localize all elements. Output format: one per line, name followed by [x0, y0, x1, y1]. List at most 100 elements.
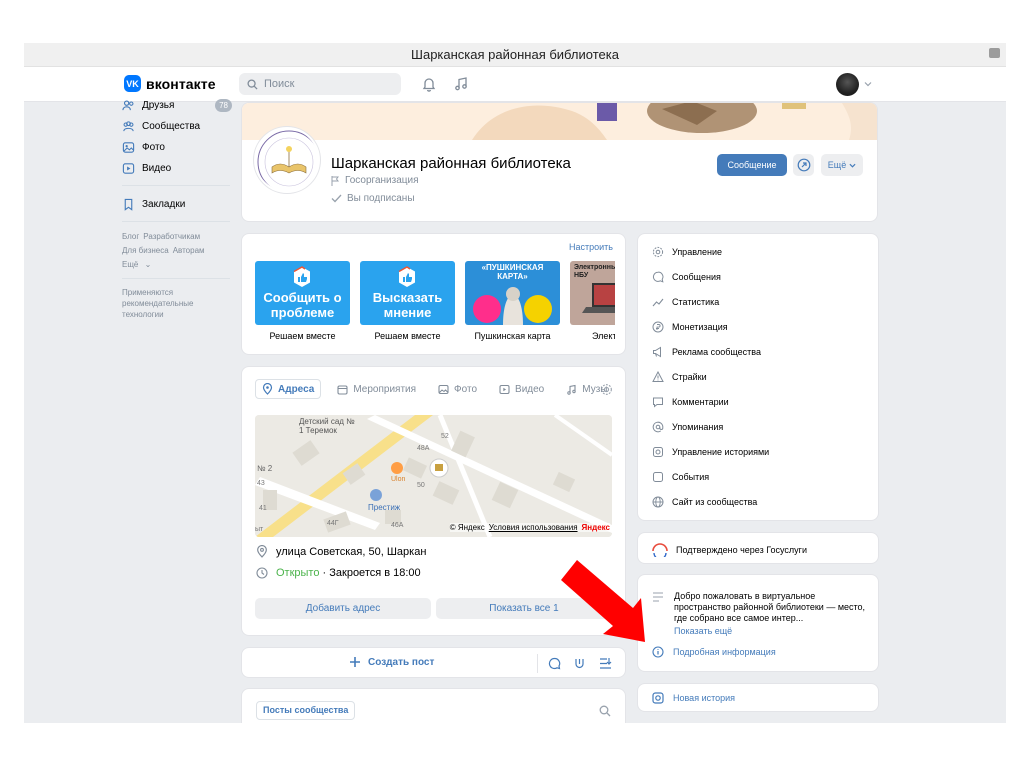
- nav-item-communities[interactable]: Сообщества: [122, 116, 232, 137]
- nav-item-friends[interactable]: Друзья 78: [122, 95, 232, 116]
- create-post-card: Создать пост: [241, 647, 626, 678]
- map-label-43: 43: [257, 480, 265, 487]
- chat-icon[interactable]: [548, 657, 561, 670]
- nav-label: Закладки: [142, 199, 186, 210]
- widget-card: Настроить Сообщить о проблеме Решаем вме…: [241, 233, 626, 355]
- search-icon: [247, 78, 258, 90]
- message-button[interactable]: Сообщение: [717, 154, 787, 176]
- bell-icon[interactable]: [421, 76, 437, 92]
- description-text: Добро пожаловать в виртуальное пространс…: [674, 591, 866, 623]
- globe-icon: [652, 496, 664, 508]
- show-more-link[interactable]: Показать ещё: [674, 626, 732, 636]
- flag-icon: [331, 175, 339, 186]
- vk-logo[interactable]: VK вконтакте: [124, 75, 216, 92]
- info-tabs: Адреса Мероприятия Фото Видео Музы: [255, 379, 613, 399]
- gear-icon: [652, 246, 664, 258]
- gosuslugi-verified[interactable]: Подтверждено через Госуслуги: [652, 543, 807, 557]
- menu-item-strikes[interactable]: Страйки: [652, 370, 707, 384]
- tile-image: Высказать мнение: [360, 261, 455, 325]
- nav-label: Сообщества: [142, 121, 201, 132]
- user-avatar[interactable]: [836, 73, 859, 96]
- music-icon[interactable]: [453, 76, 469, 92]
- nav-label: Фото: [142, 142, 165, 153]
- menu-item-comments[interactable]: Комментарии: [652, 395, 729, 409]
- text-lines-icon: [653, 592, 663, 602]
- footer-link-blog[interactable]: Блог: [122, 232, 139, 241]
- friends-count-badge: 78: [215, 99, 232, 112]
- tile-caption: Решаем вместе: [269, 331, 336, 341]
- footer-link-developers[interactable]: Разработчикам: [143, 232, 200, 241]
- management-menu-card: Управление Сообщения Статистика Монетиза…: [637, 233, 879, 521]
- more-button[interactable]: Ещё: [821, 154, 863, 176]
- screenshot-frame: Шарканская районная библиотека VK вконта…: [24, 43, 1006, 723]
- laptop-illustration: [582, 283, 615, 313]
- posts-card: Посты сообщества: [241, 688, 626, 723]
- widget-tile[interactable]: Высказать мнение Решаем вместе: [360, 261, 455, 341]
- new-story-button[interactable]: Новая история: [652, 692, 735, 704]
- nav-item-photos[interactable]: Фото: [122, 137, 232, 158]
- menu-item-statistics[interactable]: Статистика: [652, 295, 719, 309]
- widget-settings-link[interactable]: Настроить: [569, 242, 613, 252]
- friends-icon: [122, 100, 134, 111]
- menu-item-mentions[interactable]: Упоминания: [652, 420, 723, 434]
- menu-label: События: [672, 472, 710, 482]
- map-label-50: 50: [417, 482, 425, 489]
- pushkin-card-illustration: [473, 287, 552, 325]
- subscription-status[interactable]: Вы подписаны: [331, 193, 415, 204]
- nav-item-bookmarks[interactable]: Закладки: [122, 194, 232, 215]
- share-button[interactable]: [793, 154, 814, 176]
- list-filter-icon[interactable]: [599, 657, 612, 670]
- closing-time: · Закроется в 18:00: [322, 567, 421, 579]
- menu-item-monetization[interactable]: Монетизация: [652, 320, 728, 334]
- tab-label: Видео: [515, 383, 545, 395]
- nav-item-videos[interactable]: Видео: [122, 158, 232, 179]
- tab-photos[interactable]: Фото: [432, 379, 483, 399]
- map-terms-link[interactable]: Условия использования: [489, 523, 578, 532]
- menu-item-ads[interactable]: Реклама сообщества: [652, 345, 761, 359]
- detailed-info-link[interactable]: Подробная информация: [652, 646, 776, 658]
- tab-events[interactable]: Мероприятия: [331, 379, 422, 399]
- widget-tile[interactable]: Сообщить о проблеме Решаем вместе: [255, 261, 350, 341]
- widget-tile[interactable]: «ПУШКИНСКАЯ КАРТА» Пушкинская карта: [465, 261, 560, 341]
- tab-community-posts[interactable]: Посты сообщества: [256, 701, 356, 720]
- gear-icon[interactable]: [600, 383, 613, 396]
- tab-label: Адреса: [278, 383, 315, 395]
- nav-divider: [122, 221, 230, 222]
- gosuslugi-like-icon: [398, 266, 415, 287]
- footer-link-more[interactable]: Ещё ⌄: [122, 260, 151, 269]
- photo-icon: [438, 384, 449, 394]
- chevron-down-icon[interactable]: [864, 80, 872, 88]
- menu-item-stories[interactable]: Управление историями: [652, 445, 769, 459]
- add-address-button[interactable]: Добавить адрес: [255, 598, 431, 619]
- clip-icon[interactable]: [573, 657, 586, 670]
- menu-label: Управление историями: [672, 447, 770, 457]
- map-label-kindergarten: Детский сад № 1 Теремок: [299, 417, 355, 435]
- menu-label: Сообщения: [672, 272, 721, 282]
- menu-label: Статистика: [672, 297, 720, 307]
- menu-item-management[interactable]: Управление: [652, 245, 722, 259]
- calendar-icon: [337, 384, 348, 395]
- menu-item-events[interactable]: События: [652, 470, 709, 484]
- map-label-ulon: Ulon: [391, 476, 406, 483]
- widget-tile[interactable]: Электронный НБУ Электронны: [570, 261, 615, 341]
- vk-wordmark: вконтакте: [146, 75, 216, 92]
- community-logo[interactable]: [254, 127, 320, 193]
- event-icon: [653, 472, 663, 482]
- gosuslugi-card: Подтверждено через Госуслуги: [637, 532, 879, 564]
- menu-item-messages[interactable]: Сообщения: [652, 270, 721, 284]
- footer-link-business[interactable]: Для бизнеса: [122, 246, 169, 255]
- address-row: улица Советская, 50, Шаркан: [256, 545, 426, 558]
- tile-title: Высказать мнение: [372, 290, 443, 320]
- nav-label: Друзья: [142, 100, 175, 111]
- search-input[interactable]: [264, 78, 384, 90]
- tab-addresses[interactable]: Адреса: [255, 379, 322, 399]
- create-post-button[interactable]: Создать пост: [349, 656, 434, 668]
- menu-item-site[interactable]: Сайт из сообщества: [652, 495, 757, 509]
- search-icon[interactable]: [599, 705, 611, 717]
- tab-videos[interactable]: Видео: [493, 379, 550, 399]
- footer-link-authors[interactable]: Авторам: [173, 246, 205, 255]
- map-label-44g: 44Г: [327, 520, 339, 527]
- search-box[interactable]: [239, 73, 401, 95]
- nav-label: Видео: [142, 163, 172, 174]
- yandex-map[interactable]: Детский сад № 1 Теремок Престиж Ulon № 2…: [255, 415, 612, 537]
